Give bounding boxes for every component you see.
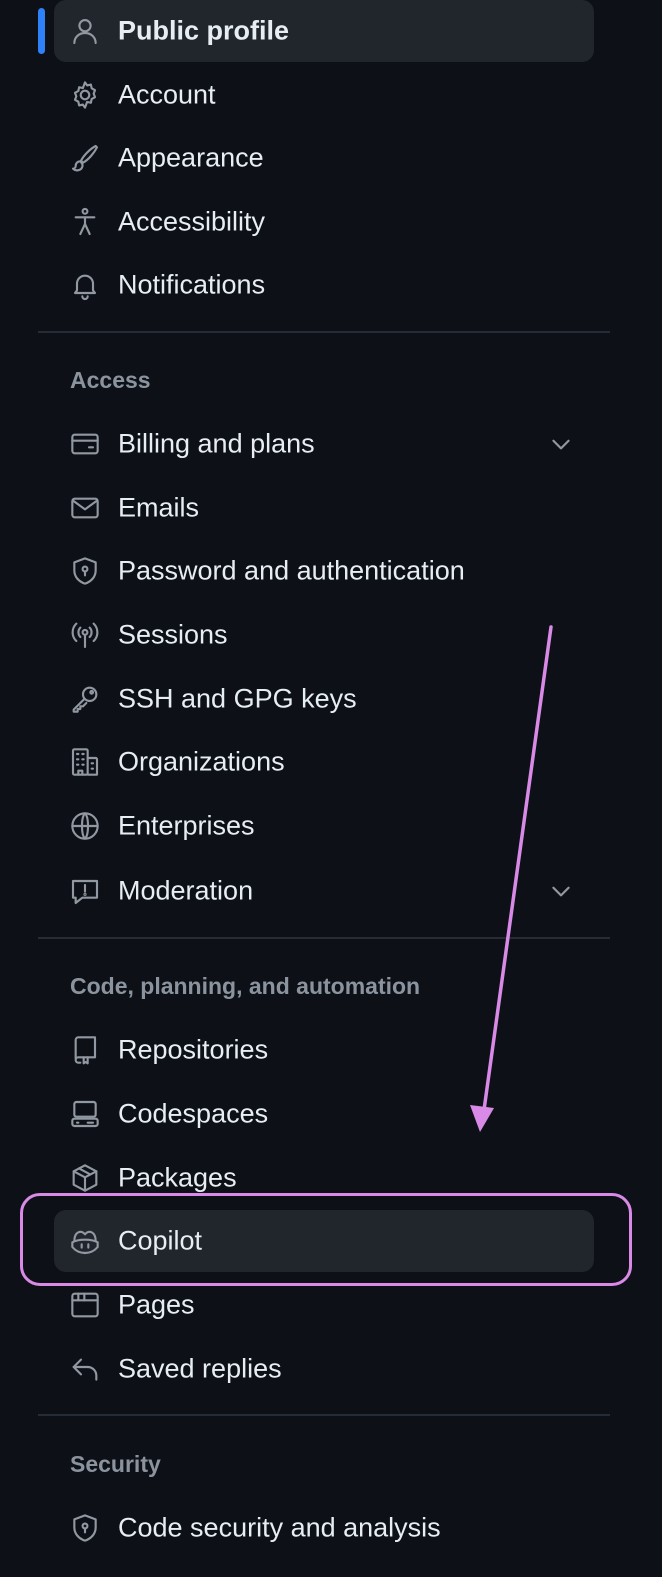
organization-icon bbox=[68, 745, 102, 779]
section-divider bbox=[38, 1414, 610, 1416]
sidebar-item-label: Public profile bbox=[118, 15, 290, 46]
chevron-down-icon[interactable] bbox=[548, 878, 574, 904]
sidebar-item-label: Appearance bbox=[118, 142, 264, 173]
browser-icon bbox=[68, 1288, 102, 1322]
sidebar-item-label: Code security and analysis bbox=[118, 1512, 441, 1543]
sidebar-item-label: Saved replies bbox=[118, 1353, 282, 1384]
sidebar-item-label: Account bbox=[118, 79, 216, 110]
mail-icon bbox=[68, 491, 102, 525]
sidebar-item-password-authentication[interactable]: Password and authentication bbox=[54, 540, 594, 602]
globe-icon bbox=[68, 809, 102, 843]
sidebar-item-label: Repositories bbox=[118, 1034, 269, 1065]
settings-sidebar-nav: Public profile Account Appearance Access… bbox=[0, 0, 662, 1577]
shield-lock-icon bbox=[68, 554, 102, 588]
sidebar-item-label: SSH and GPG keys bbox=[118, 683, 357, 714]
section-heading-security: Security bbox=[70, 1451, 161, 1477]
sidebar-item-ssh-gpg-keys[interactable]: SSH and GPG keys bbox=[54, 668, 594, 730]
person-icon bbox=[68, 14, 102, 48]
sidebar-item-label: Codespaces bbox=[118, 1098, 269, 1129]
section-heading-code: Code, planning, and automation bbox=[70, 973, 421, 999]
report-icon bbox=[68, 874, 102, 908]
accessibility-icon bbox=[68, 205, 102, 239]
sidebar-item-label: Password and authentication bbox=[118, 555, 465, 586]
active-indicator bbox=[38, 8, 45, 54]
copilot-highlight-box bbox=[20, 1193, 632, 1286]
sidebar-item-code-security[interactable]: Code security and analysis bbox=[54, 1497, 594, 1559]
sidebar-item-account[interactable]: Account bbox=[54, 64, 594, 126]
sidebar-item-label: Sessions bbox=[118, 619, 228, 650]
sidebar-item-label: Notifications bbox=[118, 269, 266, 300]
sidebar-item-notifications[interactable]: Notifications bbox=[54, 254, 594, 316]
key-icon bbox=[68, 682, 102, 716]
sidebar-item-organizations[interactable]: Organizations bbox=[54, 731, 594, 793]
credit-card-icon bbox=[68, 427, 102, 461]
sidebar-item-sessions[interactable]: Sessions bbox=[54, 604, 594, 666]
bell-icon bbox=[68, 268, 102, 302]
shield-lock-icon bbox=[68, 1511, 102, 1545]
sidebar-item-label: Billing and plans bbox=[118, 428, 315, 459]
sidebar-item-label: Enterprises bbox=[118, 810, 255, 841]
sidebar-item-label: Organizations bbox=[118, 746, 285, 777]
sidebar-item-codespaces[interactable]: Codespaces bbox=[54, 1083, 594, 1145]
sidebar-item-saved-replies[interactable]: Saved replies bbox=[54, 1338, 594, 1400]
sidebar-item-label: Accessibility bbox=[118, 206, 266, 237]
gear-icon bbox=[68, 78, 102, 112]
sidebar-item-accessibility[interactable]: Accessibility bbox=[54, 191, 594, 253]
repo-icon bbox=[68, 1033, 102, 1067]
sidebar-item-label: Packages bbox=[118, 1162, 237, 1193]
section-divider bbox=[38, 331, 610, 333]
paintbrush-icon bbox=[68, 141, 102, 175]
sidebar-item-billing[interactable]: Billing and plans bbox=[54, 413, 594, 475]
sidebar-item-appearance[interactable]: Appearance bbox=[54, 127, 594, 189]
sidebar-item-enterprises[interactable]: Enterprises bbox=[54, 795, 594, 857]
reply-icon bbox=[68, 1352, 102, 1386]
codespaces-icon bbox=[68, 1097, 102, 1131]
sidebar-item-emails[interactable]: Emails bbox=[54, 477, 594, 539]
section-heading-access: Access bbox=[70, 367, 151, 393]
sidebar-item-repositories[interactable]: Repositories bbox=[54, 1019, 594, 1081]
sidebar-item-public-profile[interactable]: Public profile bbox=[54, 0, 594, 62]
sidebar-item-label: Pages bbox=[118, 1289, 195, 1320]
sidebar-item-moderation[interactable]: Moderation bbox=[54, 860, 594, 922]
sidebar-item-label: Emails bbox=[118, 492, 200, 523]
broadcast-icon bbox=[68, 618, 102, 652]
chevron-down-icon[interactable] bbox=[548, 431, 574, 457]
package-icon bbox=[68, 1161, 102, 1195]
section-divider bbox=[38, 937, 610, 939]
sidebar-item-label: Moderation bbox=[118, 875, 254, 906]
